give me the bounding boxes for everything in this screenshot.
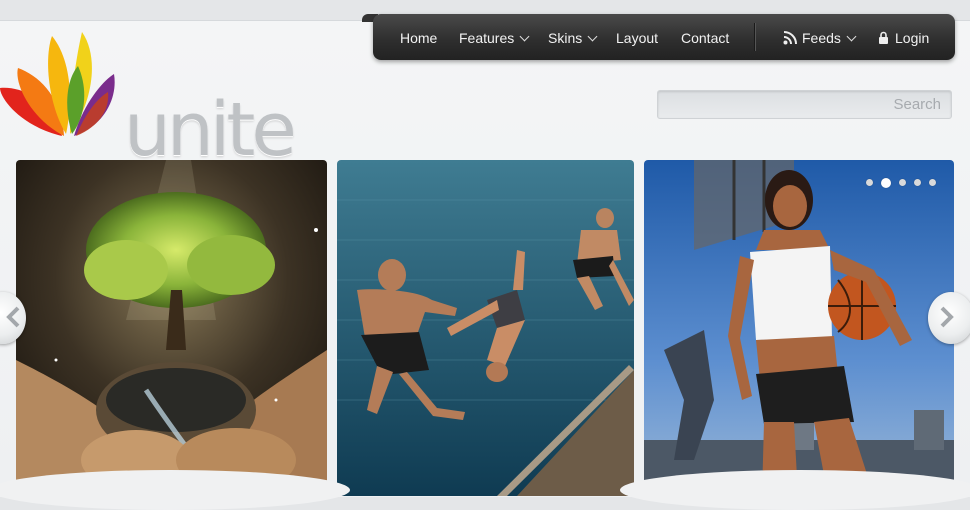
nav-item-label: Home: [400, 30, 438, 46]
chevron-down-icon: [846, 31, 857, 42]
nav-item-label: Skins: [548, 30, 583, 46]
nav-feeds-label: Feeds: [802, 30, 841, 46]
slider-dot-5[interactable]: [929, 179, 936, 187]
nav-item-label: Layout: [616, 30, 659, 46]
nav-item-features[interactable]: Features: [459, 14, 530, 60]
slider-dot-4[interactable]: [914, 179, 921, 187]
chevron-left-icon: [6, 306, 20, 328]
slide-image-1: [16, 160, 327, 496]
lock-icon: [879, 31, 888, 44]
slider-pagination: [866, 174, 944, 188]
nav-item-login[interactable]: Login: [878, 14, 929, 60]
nav-item-label: Contact: [681, 30, 730, 46]
slider-dot-2[interactable]: [881, 177, 891, 188]
slide-image-2: [337, 160, 634, 496]
chevron-down-icon: [587, 31, 598, 42]
site-logo[interactable]: unite: [0, 28, 297, 170]
nav-item-contact[interactable]: Contact: [681, 14, 729, 60]
chevron-down-icon: [519, 31, 530, 42]
slider-next-button[interactable]: [928, 292, 970, 344]
nav-login-label: Login: [895, 30, 930, 46]
main-navigation: Home Features Skins Layout Contact Feeds…: [373, 14, 955, 60]
nav-item-layout[interactable]: Layout: [616, 14, 658, 60]
slider-dot-3[interactable]: [899, 179, 906, 187]
slide-image-3: [644, 160, 954, 496]
slider-dot-1[interactable]: [866, 179, 873, 187]
slider-bottom-curve: [620, 470, 970, 510]
nav-item-skins[interactable]: Skins: [548, 14, 598, 60]
nav-item-label: Features: [459, 30, 515, 46]
slider-bottom-curve: [0, 470, 350, 510]
rss-icon: [783, 31, 797, 45]
logo-wordmark: unite: [124, 87, 297, 173]
chevron-right-icon: [940, 306, 954, 328]
nav-divider: [754, 23, 755, 51]
nav-item-home[interactable]: Home: [400, 14, 437, 60]
nav-item-feeds[interactable]: Feeds: [783, 14, 857, 60]
search-input[interactable]: [657, 90, 952, 119]
logo-petals-icon: [0, 32, 115, 136]
